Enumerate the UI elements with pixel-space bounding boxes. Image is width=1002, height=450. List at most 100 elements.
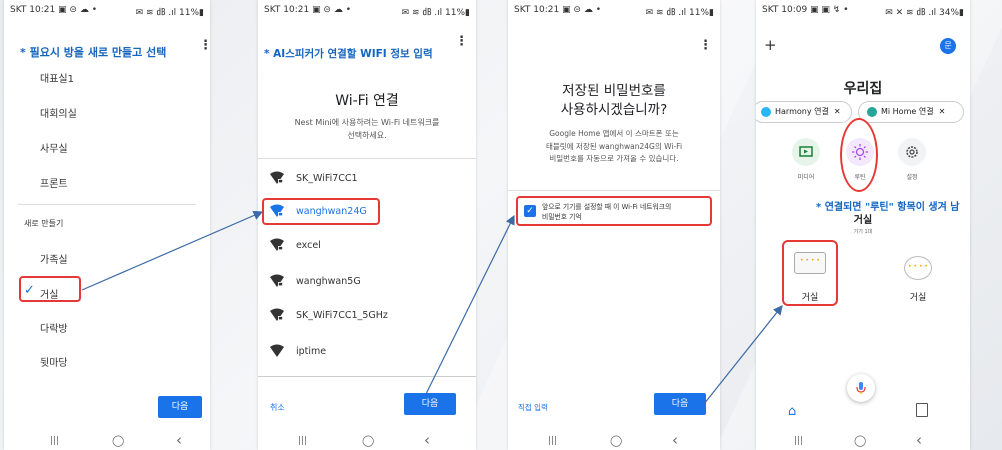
status-bar: SKT 10:21 ▣ ⊝ ☁ • ✉ ≋ ㏈ .ıl 11%▮: [508, 0, 720, 18]
highlight-box: [19, 276, 81, 302]
status-right: ✉ ✕ ≋ ㏈ .ıl 34%▮: [885, 8, 964, 18]
manual-entry-button[interactable]: 직접 입력: [518, 402, 548, 413]
back-button[interactable]: ‹: [916, 431, 922, 449]
phone-screen-wifi-connect: SKT 10:21 ▣ ⊝ ☁ • ✉ ≋ ㏈ .ıl 11%▮ ⋮ * AI스…: [258, 0, 476, 450]
phone-screen-google-home: SKT 10:09 ▣ ▣ ↯ • ✉ ✕ ≋ ㏈ .ıl 34%▮ + 문 우…: [756, 0, 970, 450]
new-section-label: 새로 만들기: [24, 219, 64, 228]
settings-button[interactable]: [898, 138, 926, 166]
status-left: SKT 10:21 ▣ ⊝ ☁ •: [264, 5, 352, 15]
room-option[interactable]: 프론트: [40, 175, 68, 190]
status-left: SKT 10:21 ▣ ⊝ ☁ •: [10, 5, 98, 15]
room-option[interactable]: 대표실1: [40, 70, 74, 85]
home-button[interactable]: ◯: [610, 434, 622, 447]
room-option[interactable]: 다락방: [40, 320, 68, 335]
recent-apps-button[interactable]: |||: [794, 436, 803, 446]
mi-home-icon: [867, 106, 877, 117]
status-bar: SKT 10:21 ▣ ⊝ ☁ • ✉ ≋ ㏈ .ıl 11%▮: [4, 0, 210, 18]
nest-mini-icon: • • • •: [904, 256, 932, 280]
home-button[interactable]: ◯: [362, 434, 374, 447]
subtitle-line: Nest Mini에 사용하려는 Wi-Fi 네트워크를: [294, 118, 440, 127]
media-button[interactable]: [792, 138, 820, 166]
device-card-speaker[interactable]: • • • • 거실: [890, 240, 946, 306]
harmony-icon: [761, 106, 771, 117]
status-bar: SKT 10:21 ▣ ⊝ ☁ • ✉ ≋ ㏈ .ıl 11%▮: [258, 0, 476, 18]
next-button[interactable]: 다음: [654, 393, 706, 415]
android-nav-bar: ||| ◯ ‹: [4, 430, 210, 450]
room-option[interactable]: 대회의실: [40, 105, 77, 120]
action-label: 설정: [906, 174, 918, 181]
page-subtitle: Nest Mini에 사용하려는 Wi-Fi 네트워크를 선택하세요.: [258, 116, 476, 142]
divider: [508, 190, 720, 191]
room-device-count: 기기 1대: [853, 229, 873, 235]
mic-button[interactable]: [847, 374, 875, 402]
title-line: 저장된 비밀번호를: [562, 83, 666, 99]
status-left: SKT 10:21 ▣ ⊝ ☁ •: [514, 5, 602, 15]
wifi-lock-icon: [270, 238, 284, 251]
divider: [258, 158, 476, 159]
wifi-network-name: SK_WiFi7CC1_5GHz: [296, 310, 388, 321]
more-menu-icon[interactable]: ⋮: [699, 38, 712, 53]
recent-apps-button[interactable]: |||: [50, 436, 59, 446]
status-left: SKT 10:09 ▣ ▣ ↯ •: [762, 5, 849, 15]
highlight-ellipse: [840, 118, 878, 192]
more-menu-icon[interactable]: ⋮: [455, 34, 468, 49]
wifi-lock-icon: [270, 171, 284, 184]
room-option[interactable]: 가족실: [40, 251, 68, 266]
android-nav-bar: ||| ◯ ‹: [258, 430, 476, 450]
wifi-lock-icon: [270, 308, 284, 321]
back-button[interactable]: ‹: [176, 431, 182, 449]
device-label: 거실: [909, 293, 927, 303]
divider: [18, 204, 196, 205]
room-option[interactable]: 사무실: [40, 140, 68, 155]
title-line: 사용하시겠습니까?: [560, 102, 668, 118]
back-button[interactable]: ‹: [424, 431, 430, 449]
body-line: Google Home 앱에서 이 스마트폰 또는: [549, 129, 679, 138]
add-button[interactable]: +: [764, 36, 777, 54]
wifi-lock-icon: [270, 274, 284, 287]
cancel-button[interactable]: 취소: [270, 402, 285, 413]
recent-apps-button[interactable]: |||: [298, 436, 307, 446]
subtitle-line: 선택하세요.: [347, 131, 387, 140]
avatar[interactable]: 문: [940, 38, 956, 54]
highlight-box: [782, 240, 838, 306]
wifi-network-name: excel: [296, 240, 321, 251]
action-label: 미디어: [797, 174, 815, 181]
dialog-title: 저장된 비밀번호를 사용하시겠습니까?: [508, 82, 720, 120]
body-line: 태블릿에 저장된 wanghwan24G의 Wi-Fi: [545, 141, 683, 151]
mi-home-chip[interactable]: Mi Home 연결 ✕: [858, 101, 964, 123]
scroll-divider: [258, 376, 476, 377]
highlight-box: [516, 196, 712, 226]
media-icon: [799, 146, 813, 157]
wifi-icon: [270, 344, 284, 357]
chip-label: Mi Home 연결: [881, 107, 934, 116]
close-icon[interactable]: ✕: [834, 107, 841, 116]
home-button[interactable]: ◯: [854, 434, 866, 447]
phone-screen-saved-password: SKT 10:21 ▣ ⊝ ☁ • ✉ ≋ ㏈ .ıl 11%▮ ⋮ 저장된 비…: [508, 0, 720, 450]
room-option[interactable]: 뒷마당: [40, 354, 68, 369]
body-line: 비밀번호를 자동으로 가져올 수 있습니다.: [549, 154, 679, 163]
gear-icon: [906, 146, 918, 158]
page-title: Wi-Fi 연결: [335, 93, 399, 109]
feed-tab-icon[interactable]: [916, 403, 928, 417]
next-button[interactable]: 다음: [158, 396, 202, 418]
wifi-network-name: wanghwan5G: [296, 276, 361, 287]
wifi-network-name: iptime: [296, 346, 327, 357]
android-nav-bar: ||| ◯ ‹: [508, 430, 720, 450]
home-button[interactable]: ◯: [112, 434, 124, 447]
dialog-body: Google Home 앱에서 이 스마트폰 또는 태블릿에 저장된 wangh…: [508, 128, 720, 166]
close-icon[interactable]: ✕: [939, 107, 946, 116]
recent-apps-button[interactable]: |||: [548, 436, 557, 446]
back-button[interactable]: ‹: [672, 431, 678, 449]
status-right: ✉ ≋ ㏈ .ıl 11%▮: [645, 8, 714, 18]
more-menu-icon[interactable]: ⋮: [199, 38, 210, 53]
mic-icon: [856, 382, 866, 394]
home-tab-icon[interactable]: ⌂: [788, 404, 796, 419]
status-bar: SKT 10:09 ▣ ▣ ↯ • ✉ ✕ ≋ ㏈ .ıl 34%▮: [756, 0, 970, 18]
chip-label: Harmony 연결: [775, 107, 829, 116]
android-nav-bar: ||| ◯ ‹: [756, 430, 970, 450]
room-title: 거실: [853, 215, 873, 226]
annotation-text: * AI스피커가 연결할 WIFI 정보 입력: [264, 48, 433, 60]
phone-screen-room-select: SKT 10:21 ▣ ⊝ ☁ • ✉ ≋ ㏈ .ıl 11%▮ ⋮ * 필요시…: [4, 0, 210, 450]
next-button[interactable]: 다음: [404, 393, 456, 415]
harmony-chip[interactable]: Harmony 연결 ✕: [756, 101, 852, 123]
